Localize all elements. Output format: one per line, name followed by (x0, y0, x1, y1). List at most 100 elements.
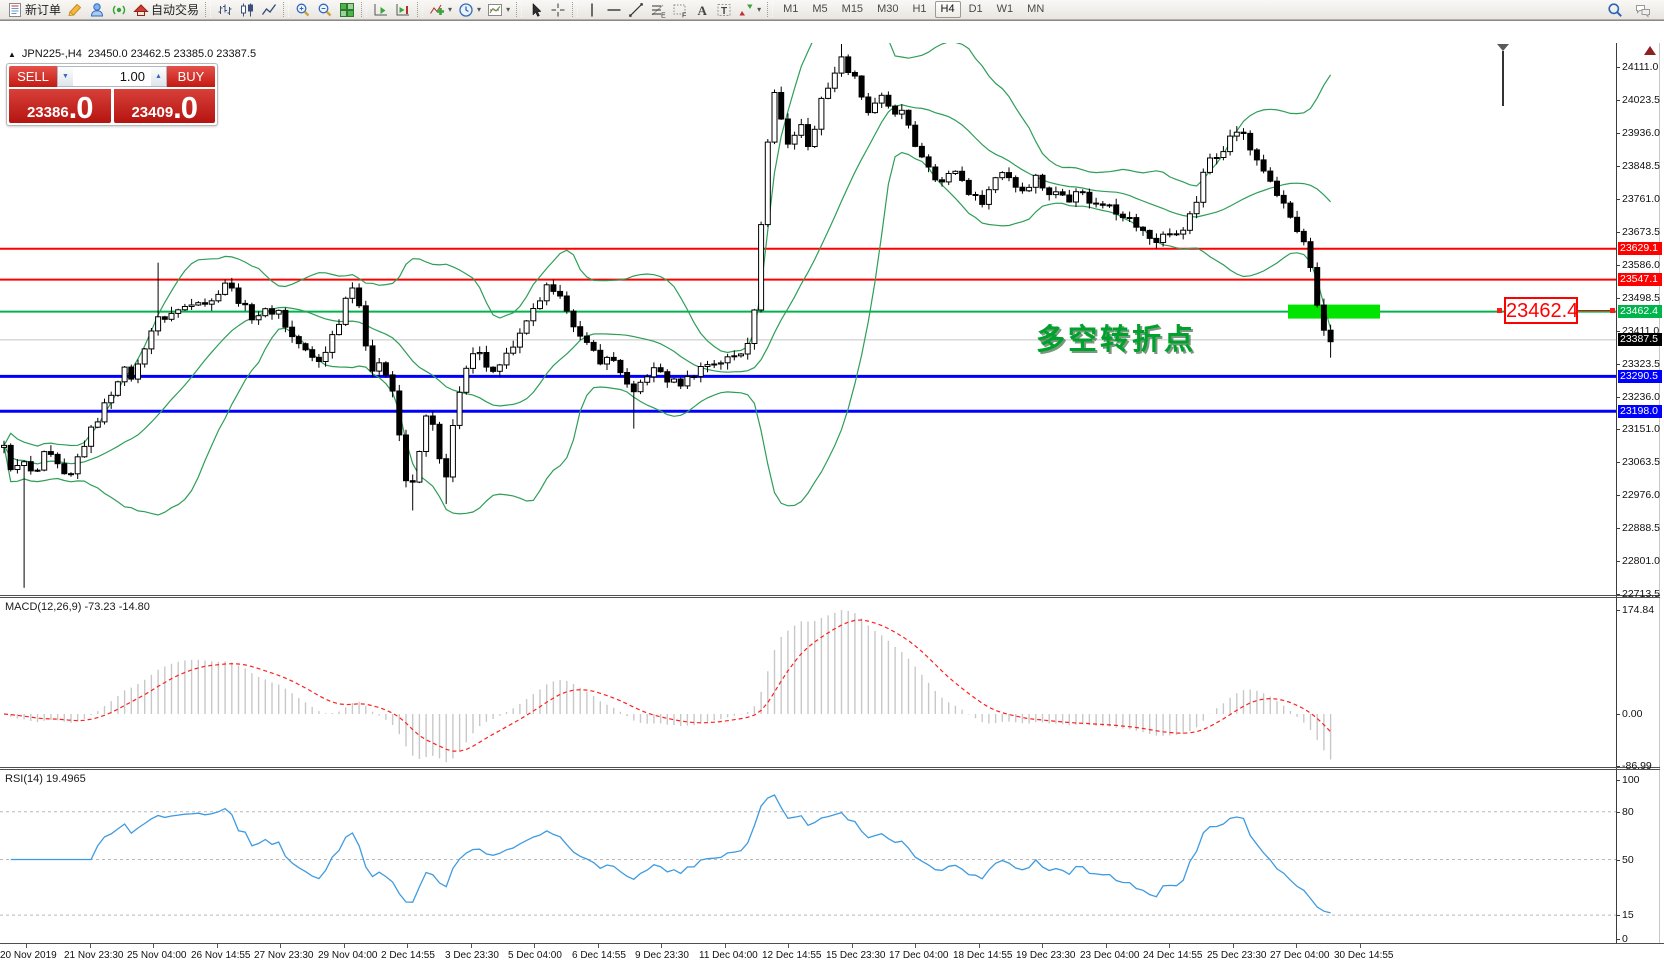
price-tick-label: 23236.0 (1622, 391, 1660, 403)
chart-shift-marker-icon[interactable] (1497, 44, 1509, 51)
dropdown-arrow-icon[interactable]: ▾ (506, 5, 510, 14)
signal-button[interactable] (108, 1, 130, 19)
timeframe-h1-button[interactable]: H1 (906, 1, 932, 18)
buy-button[interactable]: BUY (167, 66, 215, 87)
svg-text:E: E (661, 12, 666, 18)
bar-chart-button[interactable] (214, 1, 236, 19)
templates-button[interactable]: ▾ (484, 1, 513, 19)
panel-divider[interactable] (0, 767, 1660, 768)
macd-indicator-chart[interactable] (0, 598, 1616, 767)
time-tick (90, 944, 91, 948)
indicators-button[interactable]: ▾ (426, 1, 455, 19)
arrows-button[interactable]: ▾ (735, 1, 764, 19)
candlestick-chart[interactable] (0, 43, 1616, 595)
zoom-in-button[interactable] (292, 1, 314, 19)
timeframe-d1-button[interactable]: D1 (963, 1, 989, 18)
price-tick-label: 23673.5 (1622, 226, 1660, 238)
chart-window[interactable]: ▲ JPN225-,H4 23450.0 23462.5 23385.0 233… (0, 20, 1664, 946)
tile-windows-icon (339, 2, 355, 18)
dropdown-arrow-icon[interactable]: ▾ (477, 5, 481, 14)
timeframe-w1-button[interactable]: W1 (991, 1, 1020, 18)
sell-price-button[interactable]: 23386 .0 (9, 89, 111, 123)
timeframe-m30-button[interactable]: M30 (871, 1, 904, 18)
toolbar-separator (283, 2, 289, 17)
volume-input[interactable] (73, 67, 151, 86)
cursor-button[interactable] (525, 1, 547, 19)
collapse-panel-icon[interactable]: ▲ (8, 50, 16, 59)
zoom-out-button[interactable] (314, 1, 336, 19)
auto-scroll-button[interactable] (370, 1, 392, 19)
symbol-title: JPN225-,H4 (22, 48, 82, 60)
axis-tick (1616, 67, 1620, 68)
panel-divider[interactable] (0, 595, 1660, 596)
time-tick (725, 944, 726, 948)
time-tick (1042, 944, 1043, 948)
indicators-icon (429, 2, 445, 18)
timeframe-m1-button[interactable]: M1 (777, 1, 804, 18)
axis-tick (1616, 265, 1620, 266)
time-tick (852, 944, 853, 948)
rsi-line (11, 795, 1331, 913)
candlestick-chart-button[interactable] (236, 1, 258, 19)
rsi-indicator-chart[interactable] (0, 770, 1616, 944)
timeframe-mn-button[interactable]: MN (1021, 1, 1050, 18)
time-tick-label: 21 Nov 23:30 (64, 950, 124, 961)
timeframe-m15-button[interactable]: M15 (836, 1, 869, 18)
text-button[interactable]: A (691, 1, 713, 19)
rsi-tick-label: 15 (1622, 909, 1634, 921)
sell-button[interactable]: SELL (9, 66, 57, 87)
tile-windows-button[interactable] (336, 1, 358, 19)
periods-icon (458, 2, 474, 18)
buy-price-button[interactable]: 23409 .0 (114, 89, 216, 123)
vertical-line-button[interactable] (581, 1, 603, 19)
new-order-button[interactable]: 新订单 (4, 1, 64, 19)
search-button[interactable] (1604, 1, 1626, 19)
axis-tick (1616, 331, 1620, 332)
dropdown-arrow-icon[interactable]: ▾ (757, 5, 761, 14)
time-tick-label: 2 Dec 14:55 (381, 950, 435, 961)
profile-button[interactable] (86, 1, 108, 19)
trendline-button[interactable] (625, 1, 647, 19)
price-line-badge: 23629.1 (1618, 242, 1662, 255)
time-axis[interactable]: 20 Nov 201921 Nov 23:3025 Nov 04:0026 No… (0, 944, 1664, 967)
auto-trading-button[interactable]: 自动交易 (130, 1, 202, 19)
fibonacci-button[interactable]: E (647, 1, 669, 19)
crosshair-button[interactable] (547, 1, 569, 19)
equidistant-channel-button[interactable]: F (669, 1, 691, 19)
time-tick-label: 25 Nov 04:00 (127, 950, 187, 961)
axis-tick (1616, 397, 1620, 398)
timeframe-h4-button[interactable]: H4 (935, 1, 961, 18)
axis-tick (1616, 915, 1620, 916)
rsi-tick-label: 80 (1622, 806, 1634, 818)
time-tick-label: 11 Dec 04:00 (699, 950, 758, 961)
price-callout-box[interactable]: 23462.4 (1504, 297, 1578, 324)
dropdown-arrow-icon[interactable]: ▾ (448, 5, 452, 14)
line-chart-button[interactable] (258, 1, 280, 19)
text-label-button[interactable]: T (713, 1, 735, 19)
panel-divider[interactable] (0, 769, 1660, 770)
volume-increase-button[interactable]: ▲ (151, 67, 166, 86)
panel-divider[interactable] (0, 597, 1660, 598)
ohlc-values: 23450.0 23462.5 23385.0 23387.5 (88, 48, 256, 60)
horizontal-line-button[interactable] (603, 1, 625, 19)
price-line-badge: 23462.4 (1618, 305, 1662, 318)
timeframe-m5-button[interactable]: M5 (806, 1, 833, 18)
periods-button[interactable]: ▾ (455, 1, 484, 19)
axis-tick (1616, 133, 1620, 134)
highlighter-button[interactable] (64, 1, 86, 19)
chat-button[interactable] (1632, 1, 1654, 19)
turning-point-annotation[interactable]: 多空转折点 (1036, 316, 1196, 358)
time-tick-label: 17 Dec 04:00 (889, 950, 949, 961)
axis-tick (1616, 780, 1620, 781)
cursor-icon (528, 2, 544, 18)
volume-decrease-button[interactable]: ▼ (58, 67, 73, 86)
toolbar-right-group (1604, 1, 1660, 19)
macd-signal-line (4, 620, 1331, 751)
zoom-out-icon (317, 2, 333, 18)
time-tick-label: 6 Dec 14:55 (572, 950, 626, 961)
svg-text:T: T (721, 6, 727, 17)
axis-tick (1616, 462, 1620, 463)
scroll-to-end-icon[interactable] (1644, 46, 1656, 55)
sell-price-fraction: .0 (69, 93, 93, 122)
chart-shift-button[interactable] (392, 1, 414, 19)
